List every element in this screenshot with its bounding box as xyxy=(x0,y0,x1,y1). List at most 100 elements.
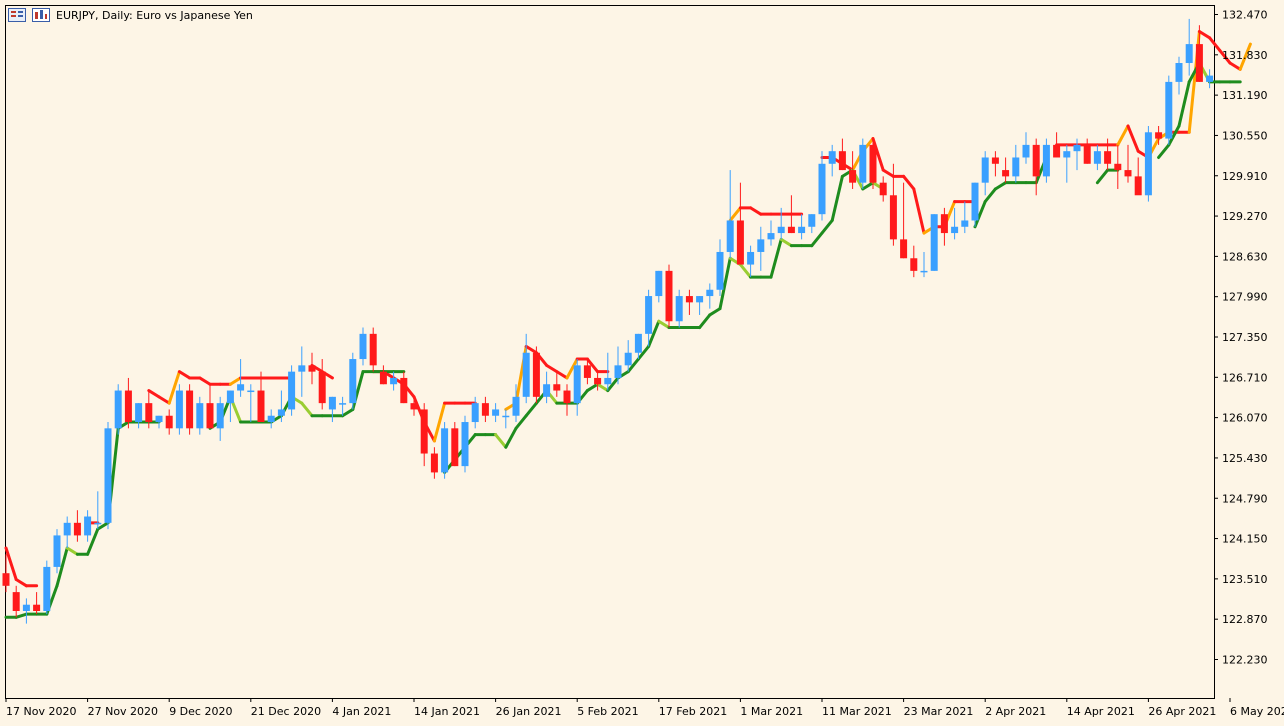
candle xyxy=(165,409,173,435)
candle-body xyxy=(186,390,194,429)
candle-body xyxy=(257,390,265,423)
candle-body xyxy=(1175,63,1183,82)
candle xyxy=(22,598,30,624)
y-tick-label: 122.230 xyxy=(1222,654,1268,667)
candle-body xyxy=(155,415,163,423)
candle xyxy=(400,371,408,404)
candle xyxy=(879,176,887,202)
y-tick-label: 131.830 xyxy=(1222,49,1268,62)
candle-body xyxy=(1093,151,1101,164)
candles xyxy=(2,18,1214,624)
y-tick-label: 130.550 xyxy=(1222,129,1268,142)
candle-body xyxy=(420,409,428,454)
candle-body xyxy=(471,403,479,423)
candle xyxy=(849,151,857,189)
lower-segment xyxy=(1177,80,1191,128)
upper-segment xyxy=(881,168,895,178)
x-tick-label: 14 Jan 2021 xyxy=(414,705,480,718)
lower-segment xyxy=(524,401,538,418)
candle-body xyxy=(165,415,173,429)
candle-body xyxy=(430,453,438,473)
candle-body xyxy=(1042,144,1050,177)
upper-segment xyxy=(1197,30,1212,40)
candle xyxy=(1144,125,1152,202)
x-tick-label: 11 Mar 2021 xyxy=(822,705,892,718)
y-tick-label: 128.630 xyxy=(1222,250,1268,263)
candle xyxy=(696,296,704,315)
upper-segment xyxy=(14,578,28,588)
candle xyxy=(1002,157,1010,183)
y-tick-label: 124.150 xyxy=(1222,533,1268,546)
x-tick-label: 26 Jan 2021 xyxy=(496,705,562,718)
upper-segment xyxy=(545,363,559,374)
candle-body xyxy=(777,226,785,234)
lower-segment xyxy=(769,237,783,279)
candle xyxy=(124,377,132,429)
upper-segment xyxy=(1126,124,1140,153)
x-tick-label: 9 Dec 2020 xyxy=(169,705,232,718)
candle xyxy=(1134,157,1142,196)
candle xyxy=(1165,75,1173,145)
lower-segment xyxy=(65,546,79,556)
x-tick-label: 14 Apr 2021 xyxy=(1067,705,1135,718)
candle-body xyxy=(359,333,367,360)
x-tick-label: 17 Feb 2021 xyxy=(659,705,727,718)
candle-body xyxy=(787,226,795,234)
candle-body xyxy=(1012,157,1020,177)
lower-segment xyxy=(341,407,355,418)
candle xyxy=(563,384,571,416)
candle xyxy=(441,422,449,479)
candle xyxy=(63,516,71,549)
lower-segment xyxy=(514,414,528,430)
candle xyxy=(930,214,938,271)
lower-segment xyxy=(810,231,824,248)
candle xyxy=(1012,144,1020,183)
candle-body xyxy=(247,390,255,393)
lower-segment xyxy=(585,382,600,393)
candle xyxy=(186,384,194,435)
candle-body xyxy=(206,403,214,429)
candle-body xyxy=(828,151,836,164)
candle-body xyxy=(563,390,571,404)
lower-segment xyxy=(1095,168,1110,185)
price-chart[interactable]: 132.470 131.830 131.190 130.550 129.910 129.2… xyxy=(0,0,1284,726)
candle-body xyxy=(655,270,663,297)
candle-body xyxy=(859,144,867,183)
candle-body xyxy=(22,604,30,611)
candle-body xyxy=(1134,176,1142,196)
y-tick-label: 131.190 xyxy=(1222,89,1268,102)
upper-segment xyxy=(555,370,569,380)
candle xyxy=(951,207,959,240)
candle-body xyxy=(63,522,71,536)
candle xyxy=(328,396,336,423)
lower-segment xyxy=(504,426,518,449)
candle-body xyxy=(900,239,908,259)
lower-segment xyxy=(861,181,875,191)
candle-body xyxy=(889,195,897,240)
candle-body xyxy=(1144,132,1152,196)
plot-border xyxy=(5,5,1215,699)
candle-body xyxy=(665,270,673,322)
candle xyxy=(471,396,479,429)
candle xyxy=(1175,56,1183,95)
candle-body xyxy=(1073,144,1081,152)
candle-body xyxy=(634,333,642,353)
upper-segment xyxy=(912,187,926,235)
lower-segment xyxy=(830,174,844,222)
candle xyxy=(135,403,143,429)
candle-body xyxy=(216,403,224,429)
candle xyxy=(543,371,551,404)
candle-body xyxy=(604,377,612,385)
x-tick-label: 17 Nov 2020 xyxy=(6,705,76,718)
candle-body xyxy=(502,415,510,418)
candle xyxy=(971,182,979,227)
candle xyxy=(390,371,398,391)
candle xyxy=(553,371,561,397)
candle xyxy=(685,289,693,315)
lower-segment xyxy=(300,401,314,418)
x-tick-label: 26 Apr 2021 xyxy=(1148,705,1216,718)
candle xyxy=(675,289,683,328)
candle xyxy=(267,409,275,429)
candle xyxy=(910,245,918,278)
candle-body xyxy=(94,522,102,525)
